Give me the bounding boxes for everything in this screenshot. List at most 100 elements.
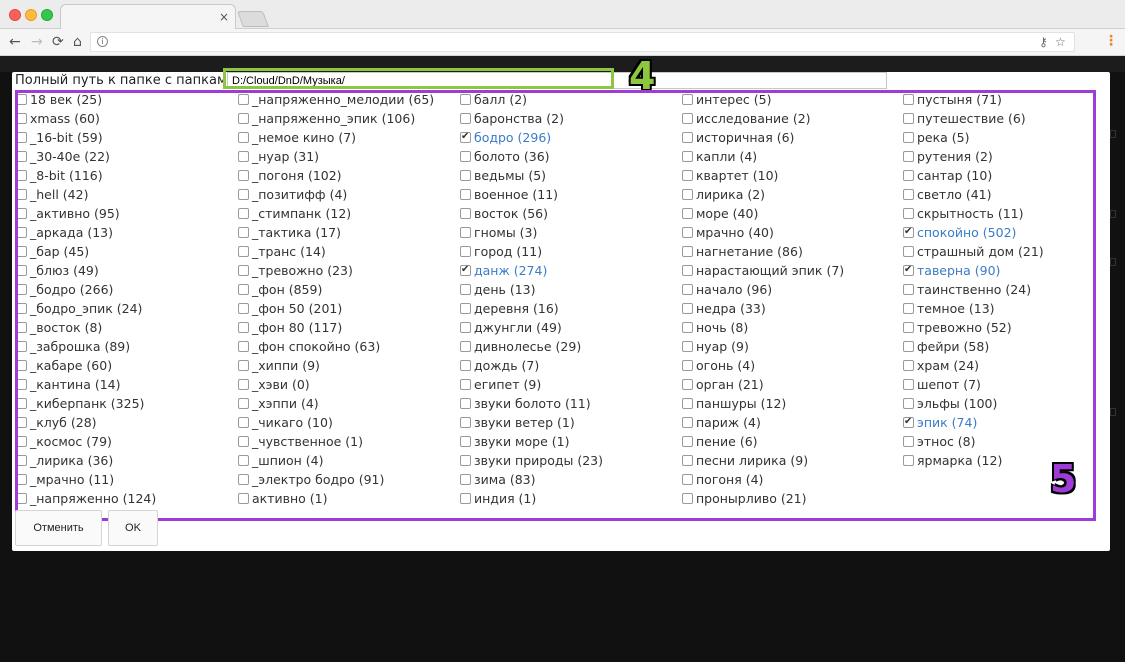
tag-checkbox-item[interactable]: _погоня (102) [238, 166, 458, 185]
checkbox[interactable] [238, 170, 249, 181]
tag-checkbox-item[interactable]: _кантина (14) [16, 375, 236, 394]
tag-checkbox-item[interactable]: _клуб (28) [16, 413, 236, 432]
checkbox[interactable] [460, 360, 471, 371]
checkbox[interactable] [682, 474, 693, 485]
checkbox[interactable] [16, 455, 27, 466]
tag-checkbox-item[interactable]: бодро (296) [460, 128, 680, 147]
tag-checkbox-item[interactable]: звуки болото (11) [460, 394, 680, 413]
checkbox[interactable] [682, 151, 693, 162]
tag-checkbox-item[interactable]: джунгли (49) [460, 318, 680, 337]
tag-checkbox-item[interactable]: город (11) [460, 242, 680, 261]
checkbox[interactable] [16, 132, 27, 143]
browser-menu-icon[interactable]: ⋮ [1104, 33, 1118, 49]
tag-checkbox-item[interactable]: квартет (10) [682, 166, 902, 185]
checkbox[interactable] [903, 132, 914, 143]
checkbox[interactable] [238, 379, 249, 390]
checkbox[interactable] [16, 113, 27, 124]
checkbox[interactable] [682, 208, 693, 219]
tag-checkbox-item[interactable]: _фон 50 (201) [238, 299, 458, 318]
tag-checkbox-item[interactable]: _30-40е (22) [16, 147, 236, 166]
tag-checkbox-item[interactable]: пение (6) [682, 432, 902, 451]
tag-checkbox-item[interactable]: _заброшка (89) [16, 337, 236, 356]
checkbox[interactable] [16, 417, 27, 428]
checkbox[interactable] [16, 94, 27, 105]
tag-checkbox-item[interactable]: египет (9) [460, 375, 680, 394]
checkbox[interactable] [238, 303, 249, 314]
tag-checkbox-item[interactable]: болото (36) [460, 147, 680, 166]
tag-checkbox-item[interactable]: море (40) [682, 204, 902, 223]
checkbox[interactable] [460, 379, 471, 390]
checkbox[interactable] [460, 129, 471, 145]
checkbox[interactable] [460, 341, 471, 352]
tag-checkbox-item[interactable]: _хэви (0) [238, 375, 458, 394]
checkbox[interactable] [238, 436, 249, 447]
checkbox[interactable] [460, 455, 471, 466]
checkbox[interactable] [460, 208, 471, 219]
tag-checkbox-item[interactable]: сантар (10) [903, 166, 1123, 185]
checkbox[interactable] [682, 132, 693, 143]
tag-checkbox-item[interactable]: пустыня (71) [903, 90, 1123, 109]
tag-checkbox-item[interactable]: паншуры (12) [682, 394, 902, 413]
maximize-window-button[interactable] [41, 9, 53, 21]
tag-checkbox-item[interactable]: _космос (79) [16, 432, 236, 451]
tag-checkbox-item[interactable]: военное (11) [460, 185, 680, 204]
checkbox[interactable] [903, 360, 914, 371]
tag-checkbox-item[interactable]: нарастающий эпик (7) [682, 261, 902, 280]
checkbox[interactable] [682, 341, 693, 352]
tag-checkbox-item[interactable]: _блюз (49) [16, 261, 236, 280]
back-icon[interactable]: ← [9, 33, 21, 51]
checkbox[interactable] [682, 417, 693, 428]
tag-checkbox-item[interactable]: темное (13) [903, 299, 1123, 318]
checkbox[interactable] [903, 246, 914, 257]
tag-checkbox-item[interactable]: _8-bit (116) [16, 166, 236, 185]
tag-checkbox-item[interactable]: _кабаре (60) [16, 356, 236, 375]
tag-checkbox-item[interactable]: _стимпанк (12) [238, 204, 458, 223]
checkbox[interactable] [903, 398, 914, 409]
checkbox[interactable] [460, 189, 471, 200]
tag-checkbox-item[interactable]: _тактика (17) [238, 223, 458, 242]
tag-checkbox-item[interactable]: светло (41) [903, 185, 1123, 204]
checkbox[interactable] [238, 493, 249, 504]
checkbox[interactable] [460, 227, 471, 238]
tag-checkbox-item[interactable]: день (13) [460, 280, 680, 299]
checkbox[interactable] [238, 132, 249, 143]
checkbox[interactable] [682, 493, 693, 504]
checkbox[interactable] [460, 94, 471, 105]
checkbox[interactable] [16, 474, 27, 485]
checkbox[interactable] [238, 455, 249, 466]
tag-checkbox-item[interactable]: _тревожно (23) [238, 261, 458, 280]
checkbox[interactable] [682, 113, 693, 124]
new-tab-button[interactable] [237, 11, 269, 27]
checkbox[interactable] [682, 284, 693, 295]
checkbox[interactable] [238, 474, 249, 485]
info-icon[interactable]: i [97, 36, 108, 47]
tag-checkbox-item[interactable]: _hell (42) [16, 185, 236, 204]
tag-checkbox-item[interactable]: фейри (58) [903, 337, 1123, 356]
checkbox[interactable] [16, 303, 27, 314]
checkbox[interactable] [238, 360, 249, 371]
tag-checkbox-item[interactable]: дождь (7) [460, 356, 680, 375]
tag-checkbox-item[interactable]: _киберпанк (325) [16, 394, 236, 413]
checkbox[interactable] [460, 493, 471, 504]
close-tab-icon[interactable]: × [219, 10, 229, 24]
checkbox[interactable] [903, 151, 914, 162]
tag-checkbox-item[interactable]: деревня (16) [460, 299, 680, 318]
checkbox[interactable] [238, 227, 249, 238]
tag-checkbox-item[interactable]: _позитифф (4) [238, 185, 458, 204]
checkbox[interactable] [238, 113, 249, 124]
checkbox[interactable] [16, 265, 27, 276]
checkbox[interactable] [16, 208, 27, 219]
checkbox[interactable] [238, 208, 249, 219]
checkbox[interactable] [903, 170, 914, 181]
checkbox[interactable] [238, 417, 249, 428]
tag-checkbox-item[interactable]: ярмарка (12) [903, 451, 1123, 470]
tag-checkbox-item[interactable]: _активно (95) [16, 204, 236, 223]
checkbox[interactable] [903, 94, 914, 105]
checkbox[interactable] [903, 284, 914, 295]
path-input[interactable] [227, 72, 887, 89]
checkbox[interactable] [460, 436, 471, 447]
tag-checkbox-item[interactable]: _бодро (266) [16, 280, 236, 299]
tag-checkbox-item[interactable]: _напряженно_мелодии (65) [238, 90, 458, 109]
tag-checkbox-item[interactable]: этнос (8) [903, 432, 1123, 451]
checkbox[interactable] [903, 303, 914, 314]
